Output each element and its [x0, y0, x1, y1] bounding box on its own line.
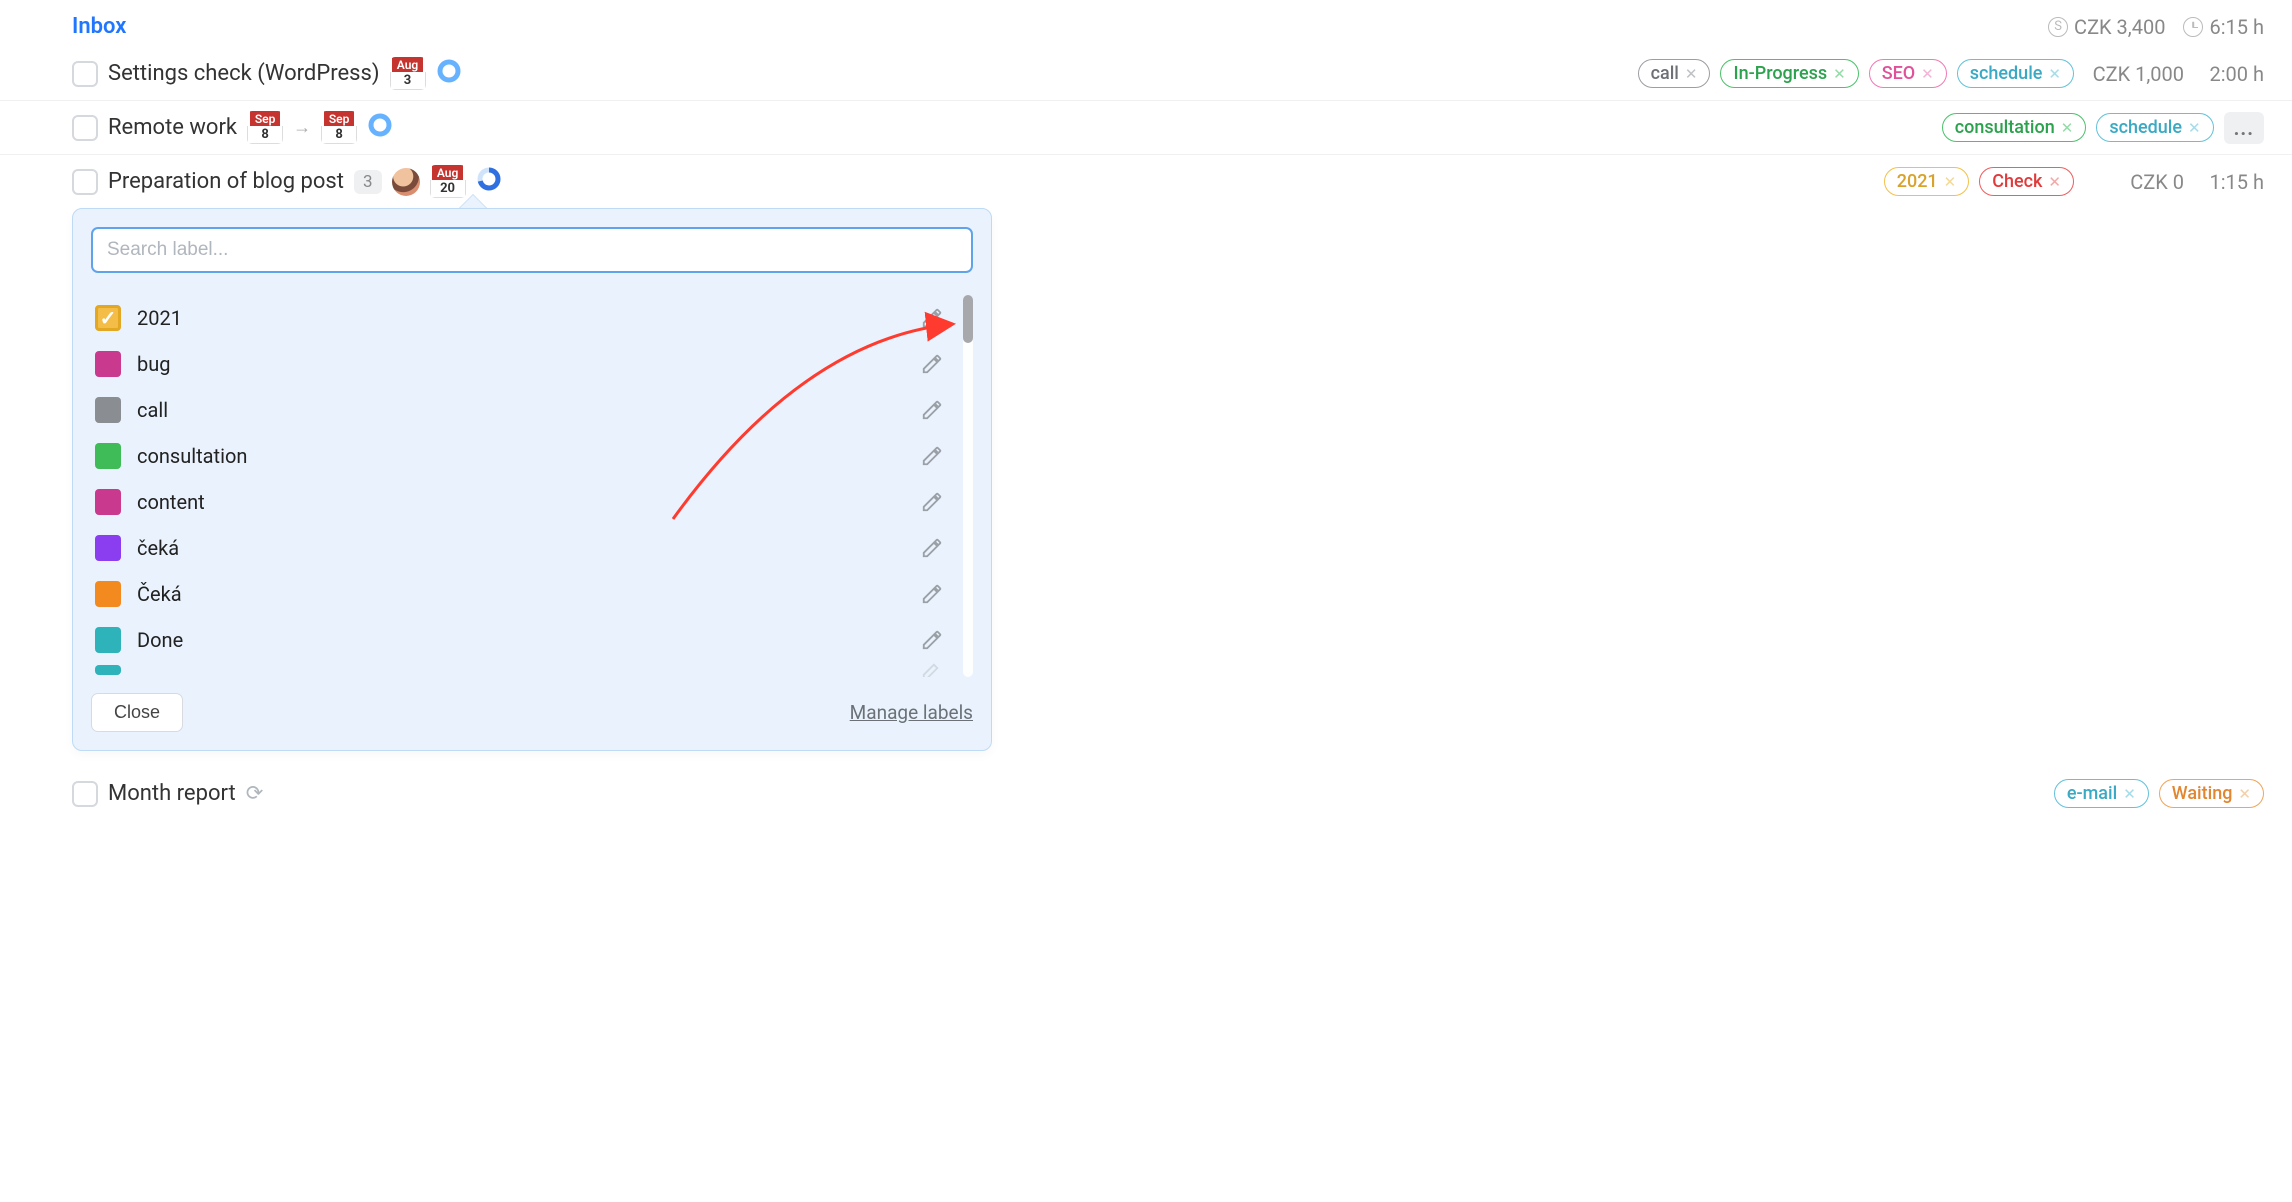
close-button[interactable]: Close: [91, 693, 183, 732]
remove-tag-icon[interactable]: ✕: [2188, 119, 2201, 137]
task-row[interactable]: Remote work Sep 8 → Sep 8 consultation✕ …: [0, 101, 2292, 155]
task-title: Remote work: [108, 115, 237, 140]
currency-icon: S: [2048, 17, 2068, 37]
label-option[interactable]: call: [91, 387, 947, 433]
remove-tag-icon[interactable]: ✕: [2061, 119, 2074, 137]
task-checkbox[interactable]: [72, 61, 98, 87]
label-option[interactable]: [91, 663, 947, 677]
task-time: 1:15 h: [2194, 170, 2264, 194]
clock-icon: [2183, 17, 2203, 37]
remove-tag-icon[interactable]: ✕: [2048, 173, 2061, 191]
tag-consultation[interactable]: consultation✕: [1942, 113, 2087, 142]
tag-2021[interactable]: 2021✕: [1884, 167, 1970, 196]
scrollbar-track[interactable]: [963, 295, 973, 677]
label-option[interactable]: čeká: [91, 525, 947, 571]
pencil-icon[interactable]: [921, 583, 943, 605]
label-color-swatch[interactable]: [95, 443, 121, 469]
pencil-icon[interactable]: [921, 307, 943, 329]
tag-in-progress[interactable]: In-Progress✕: [1720, 59, 1858, 88]
pencil-icon[interactable]: [921, 537, 943, 559]
task-title: Preparation of blog post: [108, 169, 344, 194]
refresh-icon[interactable]: ⟳: [246, 781, 264, 806]
remove-tag-icon[interactable]: ✕: [1944, 173, 1957, 191]
avatar[interactable]: [392, 168, 420, 196]
progress-ring-icon: [367, 112, 393, 143]
header-total-time: 6:15 h: [2209, 15, 2264, 39]
label-color-swatch[interactable]: [95, 351, 121, 377]
label-checkbox-checked[interactable]: ✓: [95, 305, 121, 331]
progress-ring-icon: [476, 166, 502, 197]
task-row[interactable]: Settings check (WordPress) Aug 3 call✕ I…: [0, 47, 2292, 101]
label-option[interactable]: ✓ 2021: [91, 295, 947, 341]
pencil-icon[interactable]: [921, 353, 943, 375]
label-color-swatch[interactable]: [95, 535, 121, 561]
label-color-swatch[interactable]: [95, 665, 121, 675]
task-title: Month report: [108, 781, 236, 806]
date-badge[interactable]: Aug 3: [390, 57, 426, 90]
remove-tag-icon[interactable]: ✕: [1921, 65, 1934, 83]
pencil-icon[interactable]: [921, 663, 943, 677]
label-option[interactable]: content: [91, 479, 947, 525]
tag-check[interactable]: Check✕: [1979, 167, 2074, 196]
remove-tag-icon[interactable]: ✕: [2238, 785, 2251, 803]
task-checkbox[interactable]: [72, 115, 98, 141]
pencil-icon[interactable]: [921, 445, 943, 467]
subtask-count-badge: 3: [354, 170, 382, 194]
arrow-right-icon: →: [293, 117, 311, 138]
label-picker-popup: ✓ 2021 bug call consultation: [72, 208, 992, 751]
task-checkbox[interactable]: [72, 781, 98, 807]
manage-labels-link[interactable]: Manage labels: [850, 701, 973, 724]
task-checkbox[interactable]: [72, 169, 98, 195]
label-option[interactable]: bug: [91, 341, 947, 387]
tag-seo[interactable]: SEO✕: [1869, 59, 1947, 88]
pencil-icon[interactable]: [921, 629, 943, 651]
tag-email[interactable]: e-mail✕: [2054, 779, 2149, 808]
tag-schedule[interactable]: schedule✕: [1957, 59, 2074, 88]
task-time: 2:00 h: [2194, 62, 2264, 86]
label-color-swatch[interactable]: [95, 489, 121, 515]
date-badge[interactable]: Sep 8: [321, 111, 357, 144]
task-title: Settings check (WordPress): [108, 61, 380, 86]
remove-tag-icon[interactable]: ✕: [1833, 65, 1846, 83]
label-option[interactable]: Done: [91, 617, 947, 663]
label-color-swatch[interactable]: [95, 581, 121, 607]
remove-tag-icon[interactable]: ✕: [2123, 785, 2136, 803]
tag-schedule[interactable]: schedule✕: [2096, 113, 2213, 142]
tag-waiting[interactable]: Waiting✕: [2159, 779, 2264, 808]
task-row[interactable]: Preparation of blog post 3 Aug 20 2021✕ …: [0, 155, 2292, 208]
remove-tag-icon[interactable]: ✕: [1685, 65, 1698, 83]
search-label-input[interactable]: [91, 227, 973, 273]
tag-call[interactable]: call✕: [1638, 59, 1711, 88]
progress-ring-icon: [436, 58, 462, 89]
pencil-icon[interactable]: [921, 399, 943, 421]
label-option[interactable]: consultation: [91, 433, 947, 479]
label-color-swatch[interactable]: [95, 397, 121, 423]
task-row[interactable]: Month report ⟳ e-mail✕ Waiting✕: [0, 769, 2292, 818]
label-color-swatch[interactable]: [95, 627, 121, 653]
label-list: ✓ 2021 bug call consultation: [91, 295, 973, 677]
remove-tag-icon[interactable]: ✕: [2048, 65, 2061, 83]
pencil-icon[interactable]: [921, 491, 943, 513]
date-badge[interactable]: Sep 8: [247, 111, 283, 144]
label-option[interactable]: Čeká: [91, 571, 947, 617]
inbox-title[interactable]: Inbox: [72, 14, 126, 39]
task-price: CZK 0: [2084, 170, 2184, 194]
task-price: CZK 1,000: [2084, 62, 2184, 86]
more-button[interactable]: ...: [2224, 112, 2264, 144]
scrollbar-thumb[interactable]: [963, 295, 973, 343]
header-total-price: CZK 3,400: [2074, 15, 2165, 39]
